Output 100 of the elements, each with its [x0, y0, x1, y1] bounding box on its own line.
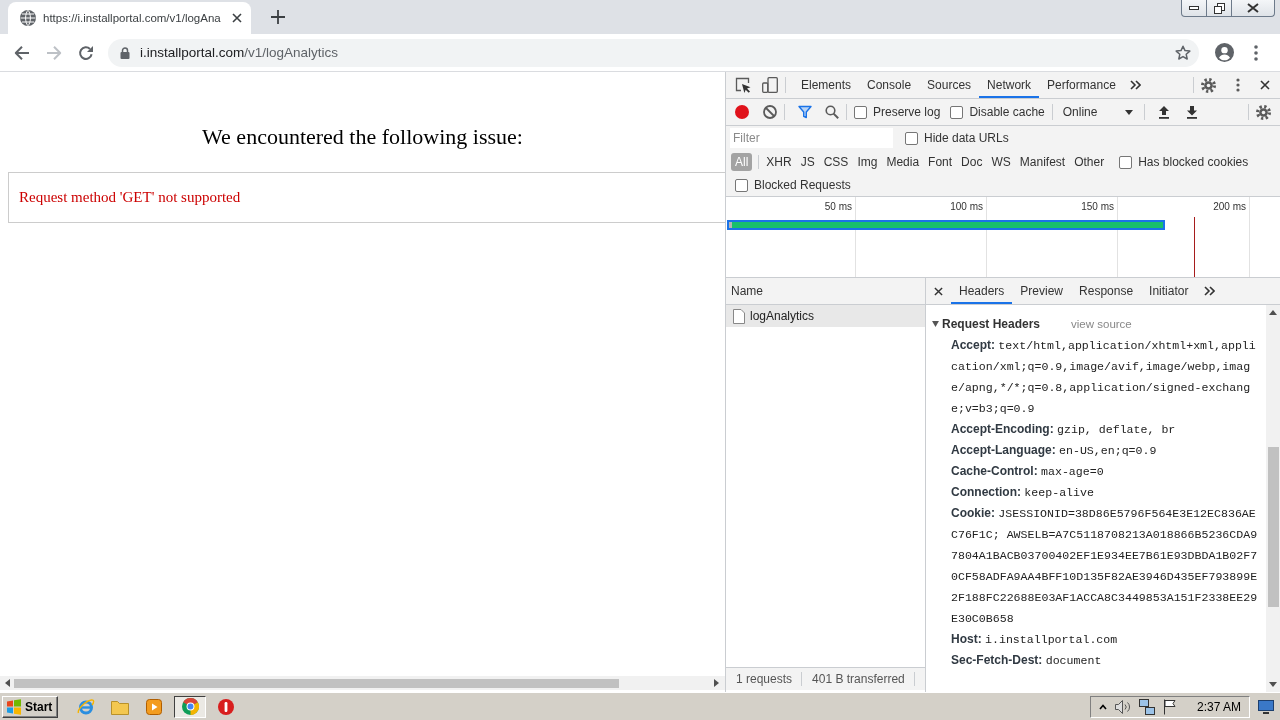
- panel-tab[interactable]: Network: [979, 72, 1040, 98]
- settings-icon[interactable]: [1256, 104, 1271, 120]
- status-text: 401 B transferred: [802, 672, 915, 686]
- inspect-element-icon[interactable]: [735, 77, 751, 93]
- load-event-line: [1194, 217, 1195, 277]
- type-filter[interactable]: Media: [882, 153, 924, 171]
- type-filter[interactable]: CSS: [819, 153, 853, 171]
- browser-tab[interactable]: https://i.installportal.com/v1/logAna: [8, 2, 251, 34]
- checkbox-label: Preserve log: [873, 105, 941, 119]
- section-title[interactable]: Request Headers: [942, 317, 1041, 331]
- status-text: 1 requests: [726, 672, 803, 686]
- tick-label: 50 ms: [824, 201, 852, 212]
- devices-icon[interactable]: [762, 77, 778, 93]
- detail-tab[interactable]: Preview: [1012, 278, 1072, 304]
- new-tab-icon[interactable]: [270, 10, 285, 24]
- checkbox-label: Blocked Requests: [754, 178, 851, 192]
- page-heading: We encountered the following issue:: [201, 124, 524, 150]
- error-message: Request method 'GET' not supported: [19, 189, 241, 206]
- filter-field[interactable]: Filter: [730, 128, 893, 148]
- settings-icon[interactable]: [1201, 77, 1216, 93]
- download-icon[interactable]: [1185, 105, 1198, 119]
- filter-icon[interactable]: [798, 105, 812, 119]
- search-icon[interactable]: [825, 105, 839, 119]
- vertical-scrollbar[interactable]: [1266, 305, 1280, 692]
- type-filter[interactable]: Other: [1070, 153, 1109, 171]
- back-icon[interactable]: [14, 44, 30, 61]
- request-header: Host: i.installportal.com: [951, 631, 1119, 648]
- double-chevron-icon[interactable]: [1204, 286, 1216, 296]
- view-source-link[interactable]: view source: [1071, 318, 1132, 330]
- url-text: i.installportal.com/v1/logAnalytics: [140, 45, 339, 60]
- alert-icon: [218, 698, 235, 715]
- close-icon[interactable]: [934, 286, 943, 296]
- tick-label: 200 ms: [1213, 201, 1246, 212]
- request-row[interactable]: logAnalytics: [726, 305, 925, 327]
- globe-icon: [20, 10, 36, 26]
- scrollbar-thumb[interactable]: [14, 678, 619, 688]
- scroll-left-icon[interactable]: [5, 679, 10, 687]
- close-icon[interactable]: [231, 13, 242, 23]
- taskbar-button[interactable]: [174, 695, 207, 718]
- chevron-up-icon[interactable]: [1098, 703, 1107, 710]
- menu-icon[interactable]: [1254, 44, 1258, 61]
- throttling-dropdown[interactable]: Online: [1059, 105, 1137, 119]
- scroll-right-icon[interactable]: [714, 679, 719, 687]
- checkbox-label: Has blocked cookies: [1138, 155, 1249, 169]
- request-header: Cache-Control: max-age=0: [951, 463, 1105, 480]
- panel-tab[interactable]: Performance: [1039, 72, 1124, 98]
- checkbox[interactable]: [735, 178, 748, 192]
- clock: 2:37 AM: [1196, 699, 1241, 714]
- type-filter[interactable]: Doc: [957, 153, 987, 171]
- upload-icon[interactable]: [1157, 105, 1170, 119]
- checkbox-label: Hide data URLs: [924, 131, 1009, 145]
- column-header[interactable]: Name: [726, 278, 925, 305]
- star-icon[interactable]: [1175, 44, 1191, 61]
- request-header: Accept-Language: en-US,en;q=0.9: [951, 442, 1158, 459]
- triangle-down-icon[interactable]: [932, 321, 939, 327]
- play-icon: [146, 698, 163, 715]
- document-icon: [733, 308, 745, 324]
- close-icon: [1247, 3, 1259, 13]
- type-filter[interactable]: Font: [924, 153, 957, 171]
- tick-label: 150 ms: [1081, 201, 1114, 212]
- e-logo-icon: [77, 697, 96, 716]
- record-icon[interactable]: [735, 105, 749, 119]
- scroll-up-icon[interactable]: [1269, 310, 1277, 315]
- speaker-icon[interactable]: [1114, 699, 1131, 714]
- type-filter[interactable]: Img: [853, 153, 882, 171]
- prohibited-icon[interactable]: [763, 105, 777, 119]
- type-filter[interactable]: WS: [987, 153, 1015, 171]
- request-header: Accept-Encoding: gzip, deflate, br: [951, 421, 1177, 438]
- browser-logo-icon: [181, 698, 199, 715]
- type-filter[interactable]: JS: [796, 153, 819, 171]
- profile-icon[interactable]: [1215, 43, 1234, 62]
- request-header: Sec-Fetch-Dest: document: [951, 652, 1103, 669]
- detail-tab[interactable]: Initiator: [1141, 278, 1197, 304]
- checkbox[interactable]: [1119, 155, 1133, 169]
- restore-icon: [1213, 2, 1225, 14]
- reload-icon[interactable]: [78, 44, 94, 61]
- flag-icon[interactable]: [1162, 698, 1177, 715]
- checkbox[interactable]: [854, 105, 867, 119]
- type-filter[interactable]: Manifest: [1015, 153, 1070, 171]
- scroll-down-icon[interactable]: [1269, 682, 1277, 687]
- start-button[interactable]: Start: [2, 695, 59, 718]
- windows-logo-icon: [6, 698, 22, 715]
- request-header: Connection: keep-alive: [951, 484, 1095, 501]
- type-filter[interactable]: XHR: [762, 153, 796, 171]
- close-icon[interactable]: [1260, 80, 1270, 90]
- detail-tab[interactable]: Response: [1071, 278, 1142, 304]
- checkbox[interactable]: [950, 105, 964, 119]
- monitor-icon[interactable]: [1258, 699, 1274, 714]
- double-chevron-icon[interactable]: [1129, 80, 1141, 90]
- panel-tab[interactable]: Console: [859, 72, 920, 98]
- address-bar[interactable]: i.installportal.com/v1/logAnalytics: [108, 38, 1199, 67]
- tick-label: 100 ms: [950, 201, 983, 212]
- panel-tab[interactable]: Sources: [919, 72, 980, 98]
- more-options-icon[interactable]: [1236, 78, 1240, 92]
- panel-tab[interactable]: Elements: [793, 72, 860, 98]
- scrollbar-thumb[interactable]: [1267, 447, 1279, 607]
- horizontal-scrollbar[interactable]: [0, 676, 725, 690]
- checkbox[interactable]: [905, 131, 918, 145]
- folder-icon: [111, 698, 130, 715]
- network-icon[interactable]: [1138, 698, 1155, 715]
